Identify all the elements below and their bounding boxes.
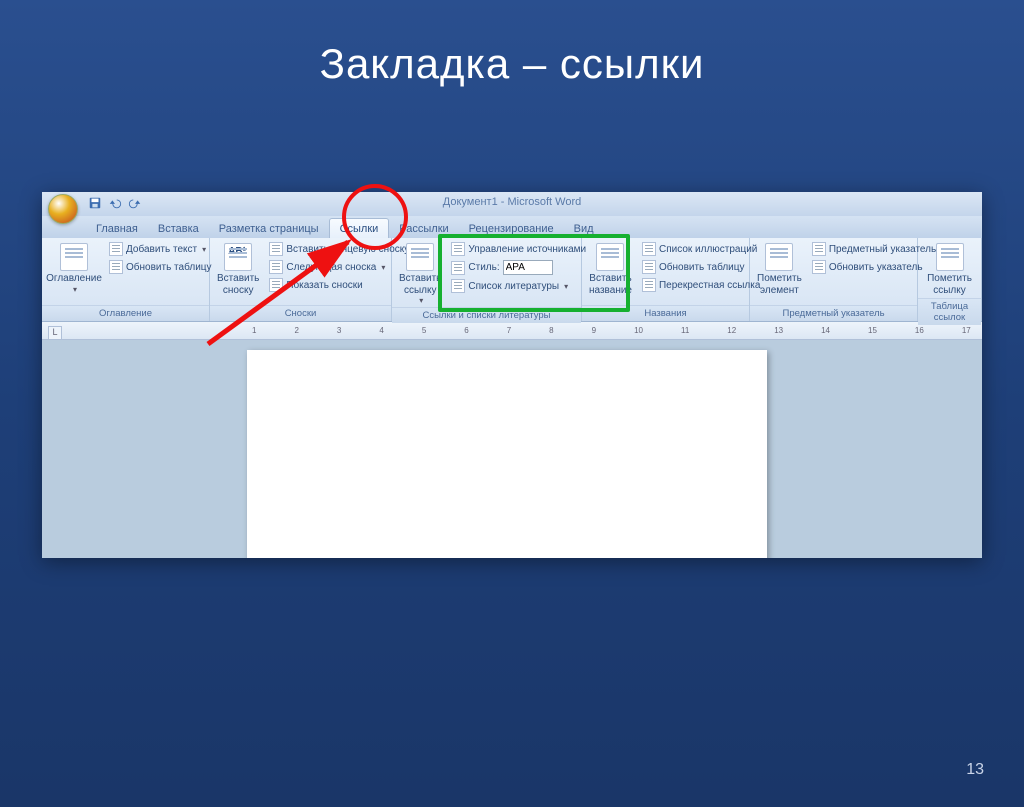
document-title: Документ1 - Microsoft Word — [443, 196, 581, 208]
word-titlebar: Документ1 - Microsoft Word — [42, 192, 982, 216]
undo-icon[interactable] — [108, 196, 122, 210]
table-of-figures-button[interactable]: Список иллюстраций — [638, 241, 764, 257]
tab-references[interactable]: Ссылки — [329, 218, 390, 238]
group-index: Пометить элемент Предметный указатель Об… — [750, 238, 918, 321]
quick-access-toolbar — [88, 196, 142, 210]
insert-caption-button[interactable]: Вставить название — [587, 241, 634, 298]
ribbon-tabs: Главная Вставка Разметка страницы Ссылки… — [42, 216, 982, 238]
group-citations-label: Ссылки и списки литературы — [392, 307, 581, 323]
add-text-button[interactable]: Добавить текст — [105, 241, 216, 257]
cross-reference-button[interactable]: Перекрестная ссылка — [638, 277, 764, 293]
redo-icon[interactable] — [128, 196, 142, 210]
toc-button[interactable]: Оглавление — [47, 241, 101, 296]
document-area[interactable] — [42, 340, 982, 558]
group-footnotes-label: Сноски — [210, 305, 391, 321]
group-footnotes: AB¹Вставить сноску Вставить концевую сно… — [210, 238, 392, 321]
group-index-label: Предметный указатель — [750, 305, 917, 321]
group-toc: Оглавление Добавить текст Обновить табли… — [42, 238, 210, 321]
group-toa-label: Таблица ссылок — [918, 298, 981, 325]
office-button[interactable] — [48, 194, 78, 224]
group-toa: Пометить ссылку Таблица ссылок — [918, 238, 982, 321]
update-table-button[interactable]: Обновить таблицу — [105, 259, 216, 275]
tab-page-layout[interactable]: Разметка страницы — [209, 219, 329, 238]
slide-page-number: 13 — [966, 761, 984, 779]
group-captions-label: Названия — [582, 305, 749, 321]
tab-mailings[interactable]: Рассылки — [389, 219, 458, 238]
tab-view[interactable]: Вид — [564, 219, 604, 238]
save-icon[interactable] — [88, 196, 102, 210]
group-toc-label: Оглавление — [42, 305, 209, 321]
tab-review[interactable]: Рецензирование — [459, 219, 564, 238]
mark-citation-button[interactable]: Пометить ссылку — [923, 241, 976, 298]
update-figures-button[interactable]: Обновить таблицу — [638, 259, 764, 275]
slide-title: Закладка – ссылки — [0, 40, 1024, 88]
insert-citation-button[interactable]: Вставить ссылку — [397, 241, 443, 307]
manage-sources-button[interactable]: Управление источниками — [447, 241, 590, 257]
group-captions: Вставить название Список иллюстраций Обн… — [582, 238, 750, 321]
style-input[interactable] — [503, 260, 553, 275]
ruler-corner: L — [48, 326, 62, 340]
insert-footnote-button[interactable]: AB¹Вставить сноску — [215, 241, 261, 298]
ribbon: Оглавление Добавить текст Обновить табли… — [42, 238, 982, 322]
citation-style[interactable]: Стиль: — [447, 259, 590, 276]
bibliography-button[interactable]: Список литературы — [447, 278, 590, 294]
tab-home[interactable]: Главная — [86, 219, 148, 238]
tab-insert[interactable]: Вставка — [148, 219, 209, 238]
document-page[interactable] — [247, 350, 767, 558]
mark-entry-button[interactable]: Пометить элемент — [755, 241, 804, 298]
horizontal-ruler[interactable]: 1234567891011121314151617 — [42, 322, 982, 340]
group-citations: Вставить ссылку Управление источниками С… — [392, 238, 582, 321]
word-screenshot: Документ1 - Microsoft Word Главная Встав… — [42, 192, 982, 558]
